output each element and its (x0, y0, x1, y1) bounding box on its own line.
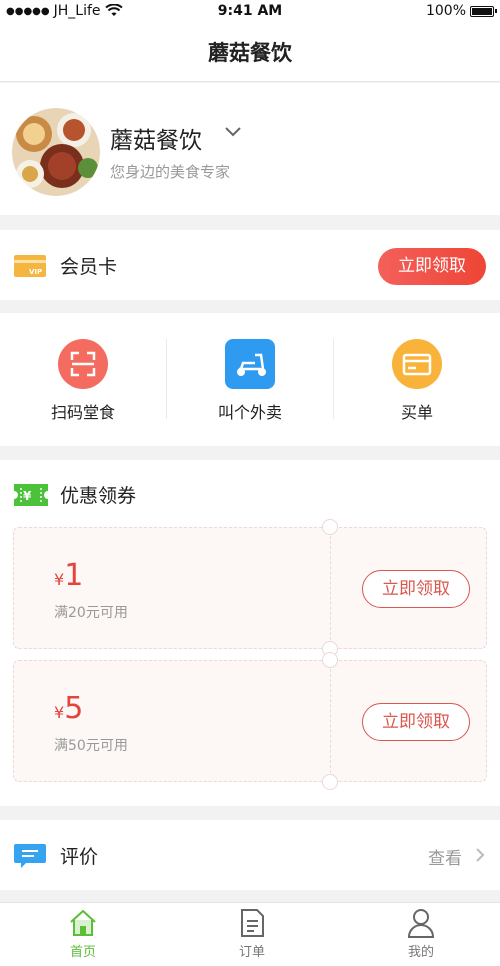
coupon-value: 5 (64, 691, 84, 726)
tab-label: 首页 (69, 945, 96, 960)
battery-percent: 100% (425, 3, 466, 19)
coupon-currency: ¥ (54, 570, 65, 589)
coupon-perforation (330, 669, 331, 773)
shop-header[interactable]: 蘑菇餐饮 您身边的美食专家 (0, 83, 500, 215)
tab-label: 我的 (407, 945, 434, 960)
chevron-right-icon[interactable] (473, 847, 487, 863)
coupon-currency: ¥ (54, 703, 65, 722)
review-row[interactable]: 评价 查看 (0, 820, 500, 890)
coupon-notch (322, 519, 338, 535)
coupon-ticket-icon: ¥ (14, 484, 48, 506)
service-grid: 扫码堂食 叫个外卖 买单 (0, 313, 500, 446)
shop-name: 蘑菇餐饮 (110, 128, 202, 154)
tab-profile[interactable]: 我的 (361, 903, 481, 966)
service-pay-bill[interactable]: 买单 (334, 313, 500, 446)
status-right: 100% (425, 3, 497, 19)
service-delivery[interactable]: 叫个外卖 (167, 313, 333, 446)
claim-coupon-button[interactable]: 立即领取 (362, 703, 470, 741)
nav-title: 蘑菇餐饮 (0, 24, 500, 82)
shop-avatar (12, 108, 100, 196)
orders-icon (241, 909, 264, 937)
coupon-notch (322, 774, 338, 790)
shop-slogan: 您身边的美食专家 (110, 163, 231, 181)
service-label: 买单 (400, 403, 433, 422)
coupons-title: 优惠领券 (60, 485, 137, 507)
home-icon (70, 909, 96, 936)
tab-home[interactable]: 首页 (23, 903, 143, 966)
service-dine-in[interactable]: 扫码堂食 (0, 313, 166, 446)
chevron-down-icon[interactable] (224, 123, 242, 141)
coupons-section: ¥ 优惠领券 ¥1 满20元可用 立即领取 ¥5 满50元可用 立即领取 (0, 460, 500, 806)
profile-icon (407, 909, 435, 938)
member-card-label: 会员卡 (60, 256, 118, 278)
coupon-condition: 满20元可用 (54, 605, 128, 621)
vip-card-icon: VIP (14, 255, 46, 277)
coupon-amount: ¥5 (54, 691, 83, 726)
scan-icon (58, 339, 108, 389)
status-bar: ●●●●● JH_Life 9:41 AM 100% (0, 0, 500, 24)
claim-member-card-button[interactable]: 立即领取 (378, 248, 486, 285)
svg-text:¥: ¥ (23, 489, 32, 503)
tab-label: 订单 (238, 945, 265, 960)
coupon-notch (322, 652, 338, 668)
review-label: 评价 (60, 846, 99, 868)
battery-icon (470, 5, 497, 17)
coupon-amount: ¥1 (54, 558, 83, 593)
coupon-condition: 满50元可用 (54, 738, 128, 754)
card-icon (392, 339, 442, 389)
coupon-card: ¥5 满50元可用 立即领取 (13, 652, 487, 790)
tab-bar: 首页 订单 我的 (0, 902, 500, 966)
service-label: 扫码堂食 (50, 403, 115, 422)
coupon-value: 1 (64, 558, 84, 593)
scooter-icon (225, 339, 275, 389)
svg-text:VIP: VIP (29, 268, 42, 276)
tab-orders[interactable]: 订单 (192, 903, 312, 966)
service-label: 叫个外卖 (217, 403, 282, 422)
coupon-card: ¥1 满20元可用 立即领取 (13, 519, 487, 657)
view-reviews-link[interactable]: 查看 (428, 844, 462, 869)
claim-coupon-button[interactable]: 立即领取 (362, 570, 470, 608)
coupon-perforation (330, 536, 331, 640)
member-card-row: VIP 会员卡 立即领取 (0, 230, 500, 300)
comment-icon (14, 844, 46, 868)
